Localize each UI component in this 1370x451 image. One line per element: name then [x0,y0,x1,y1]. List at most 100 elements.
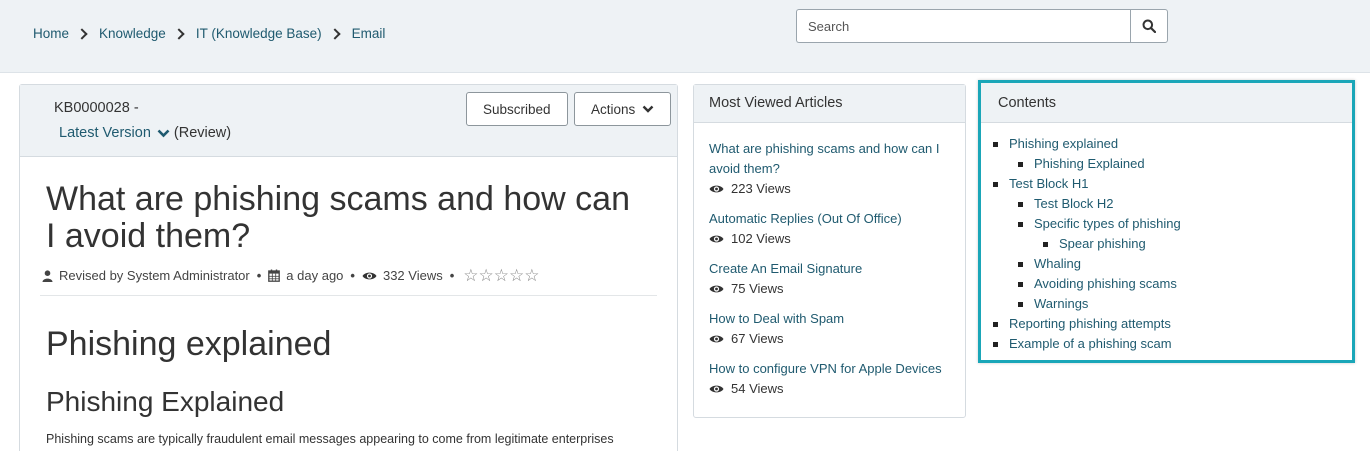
toc-link[interactable]: Spear phishing [1059,234,1146,254]
toc-item: Phishing Explained [993,154,1352,174]
article-meta: Revised by System Administrator • a day … [42,267,540,284]
eye-icon [709,384,724,394]
list-item: How to configure VPN for Apple Devices 5… [709,359,965,399]
view-count-text: 54 Views [731,381,784,396]
breadcrumb-knowledge-base[interactable]: IT (Knowledge Base) [196,26,322,41]
meta-separator: • [256,268,262,283]
article-views: 332 Views [382,268,443,283]
view-count: 75 Views [709,279,965,299]
article-title: What are phishing scams and how can I av… [46,180,630,255]
view-count-text: 223 Views [731,181,791,196]
toc-item: Warnings [993,294,1352,314]
star-rating[interactable]: ☆ ☆ ☆ ☆ ☆ [463,267,539,284]
most-viewed-link[interactable]: Automatic Replies (Out Of Office) [709,209,949,229]
search-button[interactable] [1130,9,1168,43]
table-of-contents: Phishing explained Phishing Explained Test… [981,123,1352,354]
article-panel: KB0000028 - Latest Version (Review) Subs… [19,84,678,451]
toc-item: Avoiding phishing scams [993,274,1352,294]
subscribed-button[interactable]: Subscribed [466,92,568,126]
search-input[interactable] [796,9,1130,43]
user-icon [42,269,53,282]
view-count: 223 Views [709,179,965,199]
view-count: 54 Views [709,379,965,399]
star-outline-icon[interactable]: ☆ [524,267,539,284]
view-count-text: 102 Views [731,231,791,246]
star-outline-icon[interactable]: ☆ [479,267,494,284]
article-paragraph: Phishing scams are typically fraudulent … [46,432,614,446]
view-count-text: 75 Views [731,281,784,296]
most-viewed-link[interactable]: What are phishing scams and how can I av… [709,139,949,179]
bullet-icon [1018,261,1023,267]
toc-item: Reporting phishing attempts [993,314,1352,334]
bullet-icon [993,141,998,147]
bullet-icon [993,341,998,347]
list-item: What are phishing scams and how can I av… [709,139,965,199]
actions-label: Actions [591,101,636,117]
breadcrumb-knowledge[interactable]: Knowledge [99,26,166,41]
toc-link[interactable]: Whaling [1034,254,1081,274]
toc-item: Example of a phishing scam [993,334,1352,354]
toc-link[interactable]: Warnings [1034,294,1088,314]
meta-separator: • [449,268,455,283]
most-viewed-link[interactable]: Create An Email Signature [709,259,949,279]
toc-item: Test Block H1 [993,174,1352,194]
kb-number: KB0000028 - [54,100,139,116]
eye-icon [709,234,724,244]
breadcrumb-home[interactable]: Home [33,26,69,41]
section-heading-1: Phishing explained [46,325,332,363]
star-outline-icon[interactable]: ☆ [463,267,478,284]
breadcrumb-email[interactable]: Email [352,26,386,41]
version-selector[interactable]: Latest Version (Review) [59,125,231,141]
toc-link[interactable]: Phishing Explained [1034,154,1145,174]
toc-item: Specific types of phishing [993,214,1352,234]
toc-item: Phishing explained [993,134,1352,154]
chevron-right-icon [328,27,341,40]
chevron-down-icon [642,105,654,113]
view-count-text: 67 Views [731,331,784,346]
toc-link[interactable]: Test Block H1 [1009,174,1088,194]
section-heading-2: Phishing Explained [46,386,285,417]
most-viewed-title: Most Viewed Articles [694,85,965,123]
toc-item: Whaling [993,254,1352,274]
calendar-icon [268,269,281,282]
toc-link[interactable]: Test Block H2 [1034,194,1113,214]
most-viewed-link[interactable]: How to configure VPN for Apple Devices [709,359,949,379]
chevron-down-icon[interactable] [157,129,170,138]
revised-by: Revised by System Administrator [59,268,250,283]
breadcrumb: Home Knowledge IT (Knowledge Base) Email [33,26,385,41]
most-viewed-list: What are phishing scams and how can I av… [694,123,965,399]
bullet-icon [1018,161,1023,167]
view-count: 67 Views [709,329,965,349]
search-bar [796,9,1168,43]
bullet-icon [1043,241,1048,247]
toc-link[interactable]: Avoiding phishing scams [1034,274,1177,294]
version-label[interactable]: Latest Version [59,125,151,141]
chevron-right-icon [76,27,88,40]
toc-link[interactable]: Reporting phishing attempts [1009,314,1171,334]
toc-link[interactable]: Example of a phishing scam [1009,334,1172,354]
list-item: How to Deal with Spam 67 Views [709,309,965,349]
list-item: Create An Email Signature 75 Views [709,259,965,299]
most-viewed-panel: Most Viewed Articles What are phishing s… [693,84,966,418]
bullet-icon [1018,221,1023,227]
bullet-icon [1018,301,1023,307]
view-count: 102 Views [709,229,965,249]
eye-icon [709,184,724,194]
contents-panel: Contents Phishing explained Phishing Expl… [978,80,1355,363]
chevron-right-icon [173,27,185,40]
top-bar: Home Knowledge IT (Knowledge Base) Email [0,0,1370,73]
divider [40,295,657,296]
actions-button[interactable]: Actions [574,92,672,126]
bullet-icon [1018,281,1023,287]
star-outline-icon[interactable]: ☆ [509,267,524,284]
most-viewed-link[interactable]: How to Deal with Spam [709,309,949,329]
meta-separator: • [350,268,355,283]
bullet-icon [993,321,998,327]
article-header: KB0000028 - Latest Version (Review) Subs… [20,85,677,157]
toc-link[interactable]: Specific types of phishing [1034,214,1181,234]
eye-icon [362,271,377,281]
search-icon [1142,19,1156,33]
toc-link[interactable]: Phishing explained [1009,134,1118,154]
bullet-icon [1018,201,1023,207]
star-outline-icon[interactable]: ☆ [494,267,509,284]
